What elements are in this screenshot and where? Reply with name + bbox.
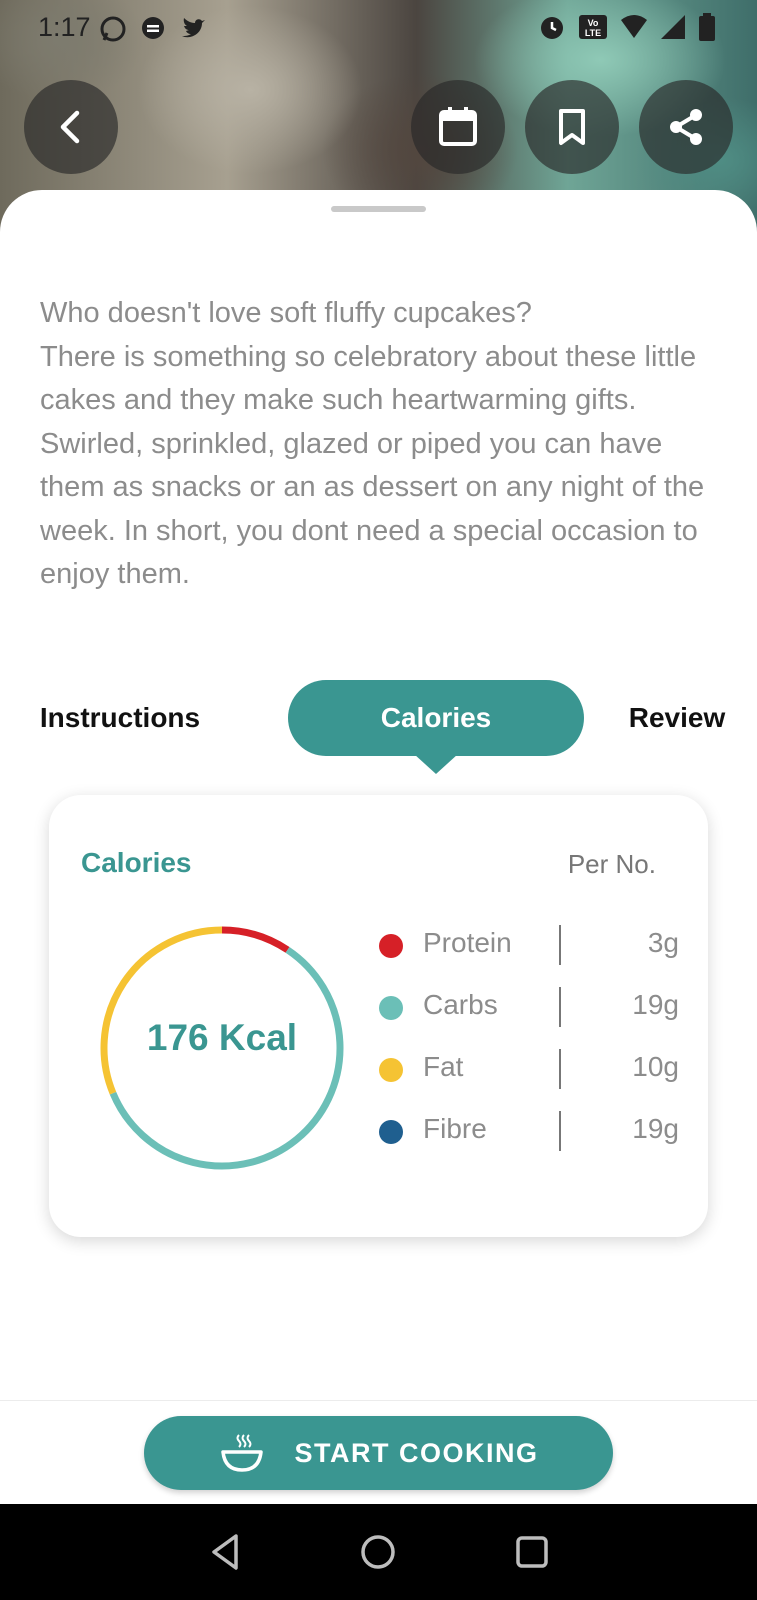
- back-button[interactable]: [24, 80, 118, 174]
- protein-color-dot: [379, 934, 403, 958]
- whatsapp-icon: [100, 16, 126, 42]
- status-time: 1:17: [38, 12, 91, 42]
- sheet-drag-handle[interactable]: [331, 206, 426, 212]
- divider: [559, 925, 561, 965]
- calories-card: Calories Per No. 176 Kcal Protein 3g Car…: [49, 795, 708, 1237]
- start-cooking-button[interactable]: START COOKING: [144, 1416, 613, 1490]
- divider: [559, 1049, 561, 1089]
- serving-unit: Per No.: [567, 849, 656, 879]
- system-navigation-bar: [0, 1504, 757, 1600]
- recents-square-icon[interactable]: [510, 1530, 554, 1574]
- bookmark-button[interactable]: [525, 80, 619, 174]
- carbs-color-dot: [379, 996, 403, 1020]
- nutrient-row-carbs: Carbs 19g: [379, 987, 679, 1027]
- nutrient-name: Carbs: [423, 989, 498, 1020]
- share-button[interactable]: [639, 80, 733, 174]
- active-tab-pointer: [414, 754, 458, 774]
- battery-icon: [699, 13, 715, 41]
- nutrient-value: 19g: [632, 1113, 679, 1144]
- nutrient-row-protein: Protein 3g: [379, 925, 679, 965]
- calories-card-title: Calories: [81, 847, 192, 878]
- nutrient-name: Fibre: [423, 1113, 487, 1144]
- status-notification-icons: [98, 14, 208, 44]
- fibre-color-dot: [379, 1120, 403, 1144]
- add-to-calendar-button[interactable]: [411, 80, 505, 174]
- nutrient-value: 10g: [632, 1051, 679, 1082]
- twitter-icon: [182, 18, 205, 38]
- back-icon: [60, 110, 80, 144]
- alarm-icon: [541, 17, 563, 39]
- wifi-icon: [621, 15, 647, 38]
- start-cooking-label: START COOKING: [294, 1437, 539, 1468]
- volte-icon: Vo LTE: [579, 15, 607, 39]
- tab-instructions[interactable]: Instructions: [20, 680, 220, 756]
- divider: [559, 987, 561, 1027]
- message-icon: [142, 17, 164, 39]
- donut-segment-fat: [100, 926, 223, 1095]
- nutrient-name: Protein: [423, 927, 512, 958]
- home-circle-icon[interactable]: [356, 1530, 400, 1574]
- fat-color-dot: [379, 1058, 403, 1082]
- tab-calories[interactable]: Calories: [288, 680, 584, 756]
- nutrient-value: 3g: [647, 927, 679, 958]
- status-bar: 1:17 Vo LTE: [0, 0, 757, 56]
- bookmark-icon: [559, 109, 585, 145]
- total-calories: 176 Kcal: [146, 1017, 298, 1058]
- svg-text:Vo: Vo: [588, 18, 599, 28]
- svg-text:LTE: LTE: [585, 28, 601, 38]
- nutrient-row-fibre: Fibre 19g: [379, 1111, 679, 1151]
- status-system-icons: Vo LTE: [537, 12, 717, 42]
- share-icon: [670, 109, 702, 145]
- nutrient-value: 19g: [632, 989, 679, 1020]
- steaming-bowl-icon: [220, 1434, 263, 1472]
- calendar-icon: [439, 107, 477, 146]
- nutrient-row-fat: Fat 10g: [379, 1049, 679, 1089]
- recipe-description: Who doesn't love soft fluffy cupcakes? T…: [40, 297, 705, 590]
- back-triangle-icon[interactable]: [204, 1530, 248, 1574]
- nutrient-name: Fat: [423, 1051, 464, 1082]
- divider: [559, 1111, 561, 1151]
- tab-review[interactable]: Review: [612, 680, 742, 756]
- signal-icon: [661, 15, 685, 39]
- donut-segment-protein: [221, 926, 290, 953]
